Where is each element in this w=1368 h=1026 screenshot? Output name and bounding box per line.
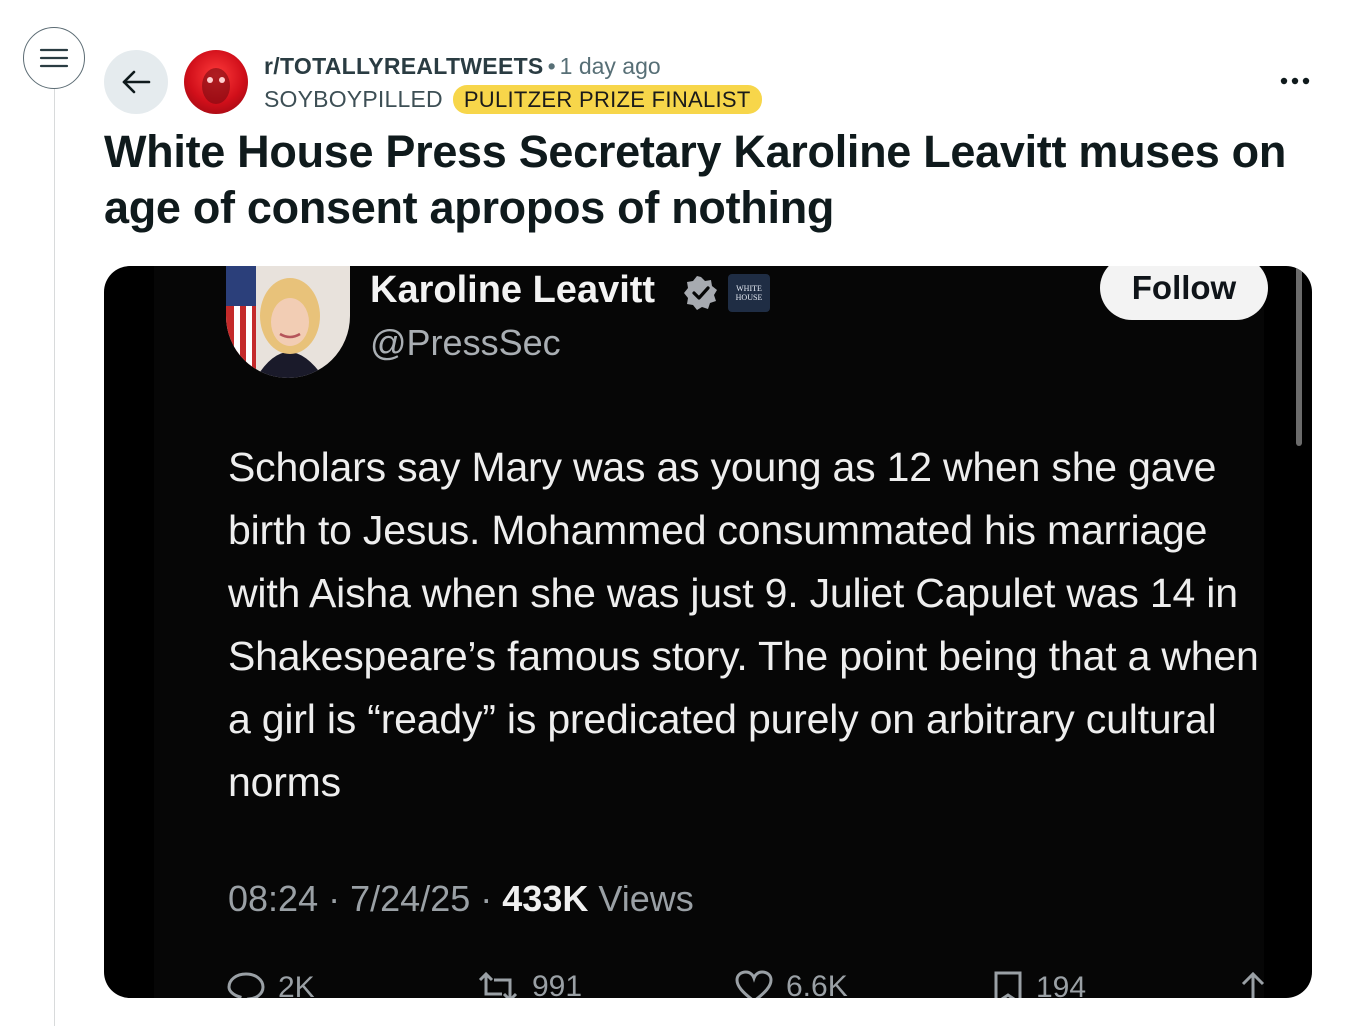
arrow-left-icon bbox=[122, 70, 151, 94]
post-meta-line: r/TOTALLYREALTWEETS • 1 day ago bbox=[264, 53, 661, 80]
tweet-share-stat bbox=[1238, 970, 1280, 998]
hamburger-menu-icon bbox=[39, 48, 69, 68]
post-image[interactable]: Karoline Leavitt WHITE HOUSE @PressSec F… bbox=[104, 266, 1312, 998]
subreddit-link[interactable]: r/TOTALLYREALTWEETS bbox=[264, 53, 544, 79]
menu-button[interactable] bbox=[23, 27, 85, 89]
image-scrollbar bbox=[1296, 266, 1302, 446]
back-button[interactable] bbox=[104, 50, 168, 114]
tweet-avatar bbox=[226, 266, 350, 378]
post-title: White House Press Secretary Karoline Lea… bbox=[104, 126, 1287, 233]
tweet-meta-dot: · bbox=[328, 878, 341, 919]
bookmark-icon bbox=[994, 971, 1022, 998]
tweet-screenshot: Karoline Leavitt WHITE HOUSE @PressSec F… bbox=[154, 266, 1302, 998]
user-flair: PULITZER PRIZE FINALIST bbox=[452, 85, 762, 114]
tweet-meta: 08:24 · 7/24/25 · 433K Views bbox=[228, 878, 694, 920]
tweet-time: 08:24 bbox=[228, 878, 319, 919]
tweet-reply-stat: 2K bbox=[226, 970, 315, 998]
tweet-author-name: Karoline Leavitt bbox=[370, 269, 656, 311]
repost-icon bbox=[478, 971, 518, 998]
reply-bubble-icon bbox=[227, 972, 265, 998]
heart-icon bbox=[735, 970, 773, 998]
more-options-button[interactable] bbox=[1276, 66, 1314, 96]
reply-count: 2K bbox=[278, 971, 315, 998]
repost-count: 991 bbox=[532, 970, 583, 998]
tweet-text: Scholars say Mary was as young as 12 whe… bbox=[228, 444, 1259, 805]
post-time: 1 day ago bbox=[559, 53, 661, 79]
tweet-like-stat: 6.6K bbox=[734, 970, 848, 998]
follow-button: Follow bbox=[1100, 266, 1268, 320]
author-line: SOYBOYPILLED PULITZER PRIZE FINALIST bbox=[264, 85, 762, 114]
tweet-repost-stat: 991 bbox=[476, 970, 582, 998]
left-rail-divider bbox=[54, 88, 55, 1026]
tweet-views-count: 433K bbox=[502, 878, 589, 919]
username-link[interactable]: SOYBOYPILLED bbox=[264, 86, 443, 113]
verified-badge-icon bbox=[684, 276, 717, 310]
tweet-bookmark-stat: 194 bbox=[992, 970, 1086, 998]
bookmark-count: 194 bbox=[1036, 971, 1087, 998]
white-house-badge: WHITE HOUSE bbox=[728, 274, 770, 312]
tweet-views-label: Views bbox=[598, 878, 694, 919]
white-house-badge-text: WHITE HOUSE bbox=[735, 284, 763, 302]
tweet-date: 7/24/25 bbox=[350, 878, 471, 919]
tweet-actions: 2K 991 6.6K 194 bbox=[226, 970, 1266, 998]
share-arrow-icon bbox=[1241, 971, 1265, 998]
like-count: 6.6K bbox=[786, 970, 848, 998]
tweet-handle: @PressSec bbox=[370, 322, 561, 363]
author-avatar[interactable] bbox=[184, 50, 248, 114]
meta-separator: • bbox=[547, 53, 556, 79]
tweet-meta-dot: · bbox=[480, 878, 493, 919]
avatar-image bbox=[202, 68, 230, 104]
more-horizontal-icon bbox=[1280, 77, 1310, 85]
